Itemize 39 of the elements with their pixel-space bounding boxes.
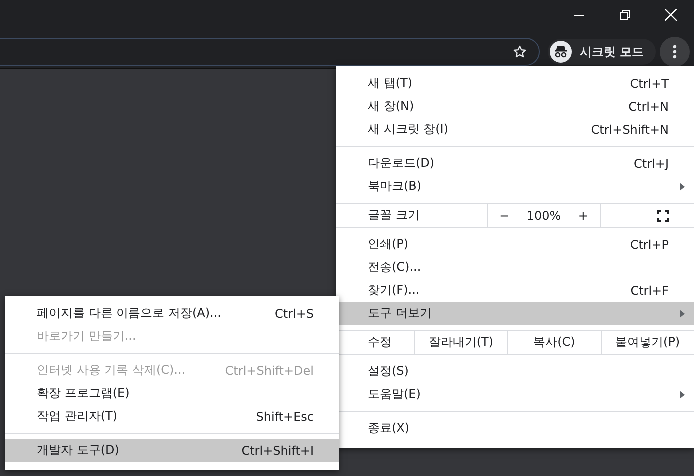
- shortcut-text: Ctrl+N: [628, 100, 669, 114]
- shortcut-text: Ctrl+J: [634, 156, 669, 170]
- shortcut-text: Shift+Esc: [256, 410, 314, 424]
- shortcut-text: Ctrl+Shift+N: [591, 122, 669, 136]
- shortcut-text: Ctrl+Shift+Del: [225, 364, 314, 378]
- menu-item[interactable]: 새 시크릿 창(I) Ctrl+Shift+N: [336, 118, 694, 141]
- shortcut-text: Ctrl+Shift+I: [242, 444, 314, 458]
- menu-button[interactable]: [660, 37, 690, 67]
- menu-item[interactable]: 확장 프로그램(E): [5, 382, 339, 405]
- menu-item[interactable]: 종료(X): [336, 417, 694, 440]
- menu-item[interactable]: 도구 더보기: [336, 302, 694, 325]
- menu-item[interactable]: 새 창(N) Ctrl+N: [336, 95, 694, 118]
- menu-item[interactable]: 작업 관리자(T) Shift+Esc: [5, 405, 339, 428]
- edit-label: 수정: [367, 334, 393, 351]
- zoom-out-button[interactable]: −: [494, 208, 516, 222]
- menu-item[interactable]: 개발자 도구(D) Ctrl+Shift+I: [5, 439, 339, 462]
- fullscreen-icon: [657, 210, 669, 222]
- incognito-icon: [550, 41, 572, 63]
- shortcut-text: Ctrl+S: [274, 306, 314, 320]
- zoom-in-button[interactable]: +: [572, 208, 594, 222]
- restore-icon: [620, 10, 630, 20]
- star-icon[interactable]: [512, 45, 527, 59]
- shortcut-text: Ctrl+P: [630, 238, 669, 252]
- incognito-button[interactable]: 시크릿 모드: [548, 39, 656, 65]
- font-size-label: 글꼴 크기: [367, 207, 421, 224]
- close-icon: [665, 9, 677, 21]
- menu-item[interactable]: 다운로드(D) Ctrl+J: [336, 152, 694, 175]
- shortcut-text: Ctrl+F: [630, 284, 669, 298]
- menu-item[interactable]: 찾기(F)... Ctrl+F: [336, 279, 694, 302]
- menu-icon: [673, 45, 677, 59]
- menu-item[interactable]: 도움말(E): [336, 383, 694, 406]
- menu-item[interactable]: 인쇄(P) Ctrl+P: [336, 233, 694, 256]
- menu-item[interactable]: 북마크(B): [336, 175, 694, 198]
- menu-item[interactable]: 설정(S): [336, 360, 694, 383]
- menu-item[interactable]: 새 탭(T) Ctrl+T: [336, 72, 694, 95]
- zoom-value: 100%: [526, 208, 562, 222]
- menu-item[interactable]: 전송(C)...: [336, 256, 694, 279]
- shortcut-text: Ctrl+T: [630, 76, 669, 90]
- menu-item[interactable]: 페이지를 다른 이름으로 저장(A)... Ctrl+S: [5, 302, 339, 325]
